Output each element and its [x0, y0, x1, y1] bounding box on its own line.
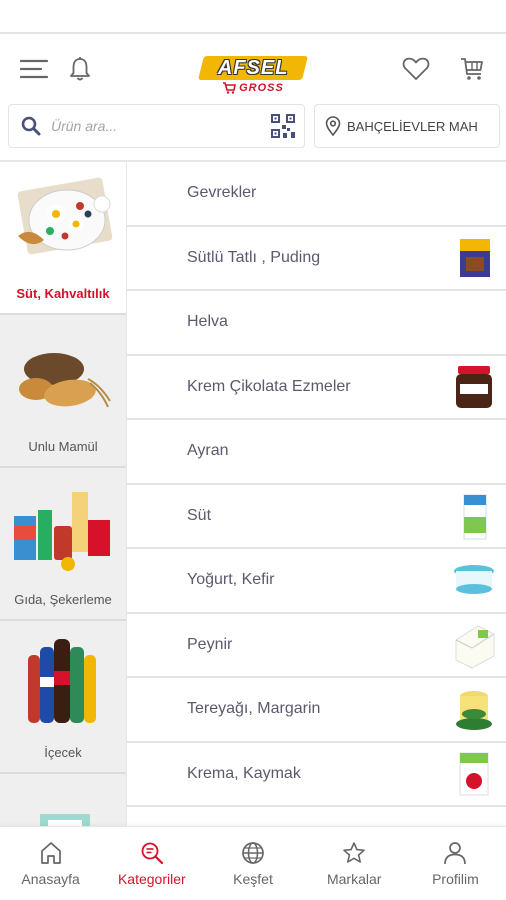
nav-label: Markalar — [326, 870, 382, 887]
category-sut-kahvaltilik[interactable]: Süt, Kahvaltılık — [0, 162, 126, 315]
subcategory-ayran[interactable]: Ayran — [127, 420, 506, 485]
nav-kategoriler[interactable]: Kategoriler — [101, 827, 202, 900]
butter-thumbnail — [456, 691, 492, 731]
cheese-thumbnail — [455, 625, 495, 669]
subcategory-label: Gevrekler — [187, 184, 257, 202]
subcategory-list: Gevrekler Sütlü Tatlı , Puding Helva Kre… — [127, 162, 506, 826]
location-label: BAHÇELİEVLER MAH — [347, 118, 478, 134]
subcategory-label: Süt — [187, 506, 212, 524]
nav-label: Profilim — [432, 870, 479, 887]
subcategory-sutlu-tatli[interactable]: Sütlü Tatlı , Puding — [127, 227, 506, 291]
cleaning-products-image — [40, 814, 90, 826]
breakfast-image — [17, 177, 113, 255]
hamburger-menu-icon[interactable] — [18, 53, 50, 85]
subcategory-sut[interactable]: Süt — [127, 485, 506, 549]
subcategory-partial[interactable] — [127, 807, 506, 826]
home-icon — [40, 841, 61, 864]
pudding-thumbnail — [460, 238, 490, 277]
subcategory-label: Krema, Kaymak — [187, 764, 301, 782]
category-label: Gıda, Şekerleme — [14, 592, 112, 607]
qr-code-icon[interactable] — [270, 113, 296, 139]
categories-search-icon — [141, 842, 163, 864]
category-label: Unlu Mamül — [28, 439, 98, 454]
logo-cart-icon — [223, 82, 237, 94]
category-content: Süt, Kahvaltılık Unlu Mamül Gıda, Şekerl… — [0, 160, 506, 826]
subcategory-peynir[interactable]: Peynir — [127, 614, 506, 678]
subcategory-label: Krem Çikolata Ezmeler — [187, 377, 351, 395]
subcategory-yogurt-kefir[interactable]: Yoğurt, Kefir — [127, 549, 506, 614]
chocolate-spread-thumbnail — [456, 365, 492, 408]
category-unlu-mamul[interactable]: Unlu Mamül — [0, 315, 126, 468]
milk-carton-thumbnail — [463, 494, 487, 540]
star-icon — [343, 841, 366, 863]
beverages-image — [28, 639, 96, 723]
category-sidebar: Süt, Kahvaltılık Unlu Mamül Gıda, Şekerl… — [0, 162, 127, 826]
subcategory-label: Ayran — [187, 442, 229, 460]
subcategory-label: Yoğurt, Kefir — [187, 571, 275, 589]
nav-label: Kategoriler — [117, 870, 186, 887]
groceries-image — [14, 492, 110, 571]
search-box[interactable] — [8, 104, 305, 148]
logo-text: AFSEL — [217, 56, 289, 79]
bell-icon[interactable] — [64, 53, 96, 85]
subcategory-label: Peynir — [187, 635, 233, 653]
yogurt-thumbnail — [454, 565, 494, 595]
subcategory-tereyagi[interactable]: Tereyağı, Margarin — [127, 678, 506, 743]
category-gida-sekerleme[interactable]: Gıda, Şekerleme — [0, 468, 126, 621]
category-label: Süt, Kahvaltılık — [16, 286, 110, 301]
app-header: AFSEL GROSS — [0, 34, 506, 104]
status-bar — [0, 0, 506, 34]
user-icon — [444, 841, 467, 864]
nav-markalar[interactable]: Markalar — [304, 827, 405, 900]
search-icon[interactable] — [21, 116, 41, 136]
search-row: BAHÇELİEVLER MAH — [0, 104, 506, 148]
nav-profilim[interactable]: Profilim — [405, 827, 506, 900]
nav-label: Keşfet — [233, 870, 273, 887]
subcategory-label: Helva — [187, 313, 228, 331]
bottom-navigation: Anasayfa Kategoriler Keşfet Markalar Pro… — [0, 826, 506, 900]
location-selector[interactable]: BAHÇELİEVLER MAH — [314, 104, 500, 148]
location-pin-icon — [325, 116, 341, 136]
category-label: İçecek — [44, 745, 82, 760]
nav-label: Anasayfa — [21, 870, 80, 887]
logo-subtext: GROSS — [239, 82, 284, 94]
nav-anasayfa[interactable]: Anasayfa — [0, 827, 101, 900]
subcategory-label: Tereyağı, Margarin — [187, 700, 321, 718]
globe-icon — [242, 841, 264, 864]
nav-kesfet[interactable]: Keşfet — [202, 827, 303, 900]
afsel-gross-logo[interactable]: AFSEL GROSS — [198, 56, 308, 96]
subcategory-label: Sütlü Tatlı , Puding — [187, 248, 321, 266]
cream-carton-thumbnail — [459, 752, 489, 796]
subcategory-helva[interactable]: Helva — [127, 291, 506, 356]
category-partial[interactable] — [0, 774, 126, 826]
subcategory-krema-kaymak[interactable]: Krema, Kaymak — [127, 743, 506, 807]
search-input[interactable] — [41, 118, 270, 134]
category-icecek[interactable]: İçecek — [0, 621, 126, 774]
heart-icon[interactable] — [400, 53, 432, 85]
cart-icon[interactable] — [456, 53, 488, 85]
subcategory-gevrekler[interactable]: Gevrekler — [127, 162, 506, 227]
bread-image — [19, 353, 111, 408]
subcategory-krem-cikolata[interactable]: Krem Çikolata Ezmeler — [127, 356, 506, 420]
